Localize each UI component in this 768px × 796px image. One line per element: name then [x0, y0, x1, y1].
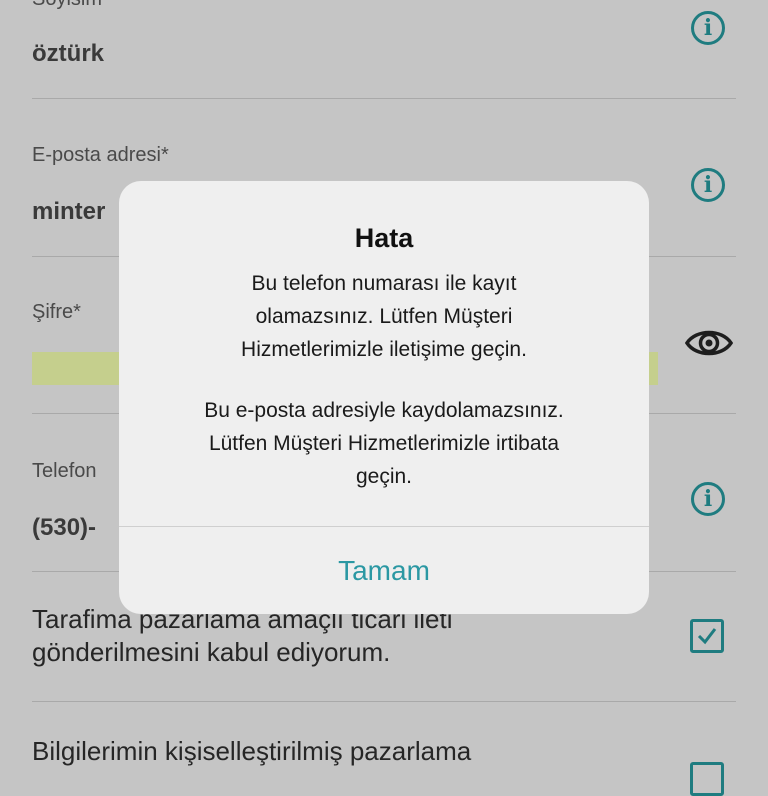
email-label: E-posta adresi*	[32, 144, 169, 166]
eye-icon[interactable]	[684, 325, 734, 361]
alert-message-line: Bu telefon numarası ile kayıt	[251, 272, 517, 295]
alert-message-line: Lütfen Müşteri Hizmetlerimizle irtibata	[208, 432, 560, 455]
surname-field[interactable]: öztürk	[32, 40, 104, 68]
checkbox-icon[interactable]	[690, 762, 724, 796]
info-icon[interactable]: i	[691, 11, 725, 45]
phone-field[interactable]: (530)-	[32, 514, 96, 542]
alert-message-line: geçin.	[355, 465, 413, 488]
alert-message-phone: Bu telefon numarası ile kayıt olamazsını…	[139, 267, 629, 366]
alert-message-line: Hizmetlerimizle iletişime geçin.	[241, 338, 527, 361]
surname-label: Soyisim	[32, 0, 102, 11]
checkbox-checked-icon[interactable]	[690, 619, 724, 653]
alert-title: Hata	[354, 223, 414, 253]
alert-message-line: olamazsınız. Lütfen Müşteri	[255, 305, 513, 328]
divider	[32, 701, 736, 702]
alert-message-line: Bu e-posta adresiyle kaydolamazsınız.	[204, 399, 564, 422]
consent-line: gönderilmesini kabul ediyorum.	[32, 637, 391, 667]
password-label: Şifre*	[32, 301, 81, 323]
alert-message-email: Bu e-posta adresiyle kaydolamazsınız. Lü…	[139, 394, 629, 493]
consent-line: Bilgilerimin kişiselleştirilmiş pazarlam…	[32, 736, 472, 766]
personalized-consent-text: Bilgilerimin kişiselleştirilmiş pazarlam…	[32, 735, 471, 768]
ok-button[interactable]: Tamam	[119, 527, 649, 614]
error-alert-dialog: Hata Bu telefon numarası ile kayıt olama…	[119, 181, 649, 614]
info-icon[interactable]: i	[691, 482, 725, 516]
phone-label: Telefon	[32, 460, 97, 482]
divider	[32, 98, 736, 99]
email-field[interactable]: minter	[32, 198, 105, 226]
info-icon[interactable]: i	[691, 168, 725, 202]
